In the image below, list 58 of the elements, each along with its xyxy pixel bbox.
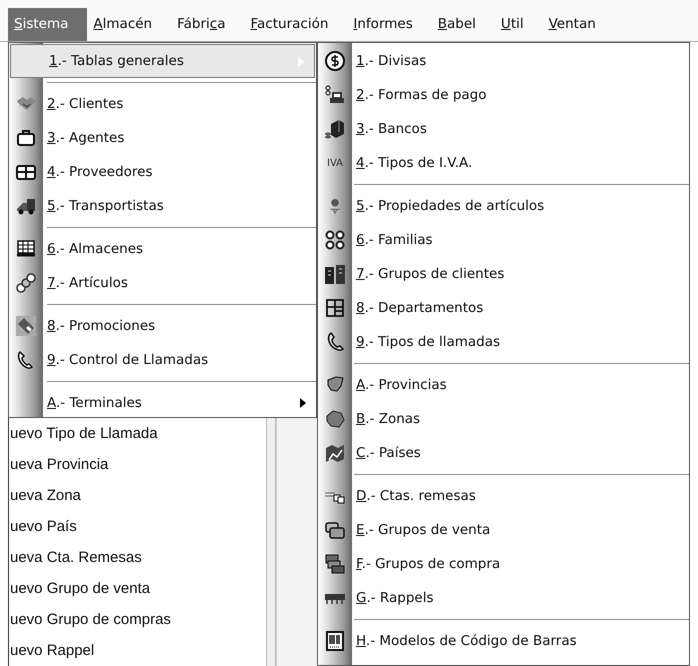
menu-bar-item[interactable]: Informes	[347, 8, 432, 41]
list-item[interactable]: ueva Zona	[9, 480, 267, 511]
menu-item[interactable]: 6.- Almacenes	[9, 232, 316, 266]
chain-icon	[15, 272, 37, 294]
menu-item[interactable]: 9.- Control de Llamadas	[9, 343, 316, 377]
menu-item[interactable]: 5.- Propiedades de artículos	[318, 189, 689, 223]
dollar-coin-icon	[324, 50, 346, 72]
buildings-icon	[324, 263, 346, 285]
menu-item[interactable]: 1.- Divisas	[318, 44, 689, 78]
menu-item[interactable]: H.- Modelos de Código de Barras	[318, 624, 689, 658]
menu-item[interactable]: IVA 4.- Tipos de I.V.A.	[318, 146, 689, 180]
briefcase-icon	[15, 127, 37, 149]
menu-item[interactable]: E.- Grupos de venta	[318, 513, 689, 547]
menu-item[interactable]: 3.- Agentes	[9, 121, 316, 155]
stack-icon	[324, 553, 346, 575]
list-item[interactable]: uevo Grupo de venta	[9, 573, 267, 604]
menu-bar-item[interactable]: Sistema	[8, 8, 88, 41]
menu-item[interactable]: G.- Rappels	[318, 581, 689, 615]
menu-item[interactable]: A.- Terminales	[9, 386, 316, 420]
menu-item[interactable]: 1.- Tablas generales	[10, 44, 315, 78]
list-item[interactable]: uevo Grupo de compras	[9, 604, 267, 635]
splitter-handle[interactable]	[266, 418, 276, 666]
list-item[interactable]: uevo Tipo de Llamada	[9, 418, 267, 449]
list-item[interactable]: uevo País	[9, 511, 267, 542]
list-item[interactable]: ueva Cta. Remesas	[9, 542, 267, 573]
menu-item[interactable]: B.- Zonas	[318, 402, 689, 436]
barcode-icon	[324, 630, 346, 652]
menu-item[interactable]: 7.- Artículos	[9, 266, 316, 300]
floor-plan-icon	[324, 297, 346, 319]
menu-bar-item[interactable]: Ventan	[542, 8, 615, 41]
menu-item[interactable]: 8.- Promociones	[9, 309, 316, 343]
menu-bar-item[interactable]: Almacén	[87, 8, 172, 41]
circles-icon	[324, 229, 346, 251]
menu-bar-item[interactable]: Fábrica	[171, 8, 244, 41]
menu-item[interactable]: 7.- Grupos de clientes	[318, 257, 689, 291]
menu-item[interactable]: 8.- Departamentos	[318, 291, 689, 325]
menu-item[interactable]: C.- Países	[318, 436, 689, 470]
tag-icon	[15, 315, 37, 337]
list-item[interactable]: uevo Rappel	[9, 635, 267, 666]
menu-item[interactable]: 6.- Familias	[318, 223, 689, 257]
menu-item[interactable]: A.- Provincias	[318, 368, 689, 402]
map-icon	[324, 442, 346, 464]
menu-item[interactable]: D.- Ctas. remesas	[318, 479, 689, 513]
menu-bar-item[interactable]: Facturación	[244, 8, 348, 41]
menu-bar-item[interactable]: Util	[494, 8, 543, 41]
menu-bar-item[interactable]: Babel	[432, 8, 495, 41]
list-item[interactable]: ueva Provincia	[9, 449, 267, 480]
menu-item[interactable]: 9.- Tipos de llamadas	[318, 325, 689, 359]
map-icon	[324, 408, 346, 430]
box-icon	[324, 118, 346, 140]
tray-icon	[324, 84, 346, 106]
menu-item[interactable]: 4.- Proveedores	[9, 155, 316, 189]
menu-item[interactable]: F.- Grupos de compra	[318, 547, 689, 581]
tax-icon: IVA	[327, 158, 343, 168]
menu-item[interactable]: 2.- Clientes	[9, 87, 316, 121]
menu-item[interactable]: 5.- Transportistas	[9, 189, 316, 223]
menu-item[interactable]: 3.- Bancos	[318, 112, 689, 146]
menu-item[interactable]: 2.- Formas de pago	[318, 78, 689, 112]
